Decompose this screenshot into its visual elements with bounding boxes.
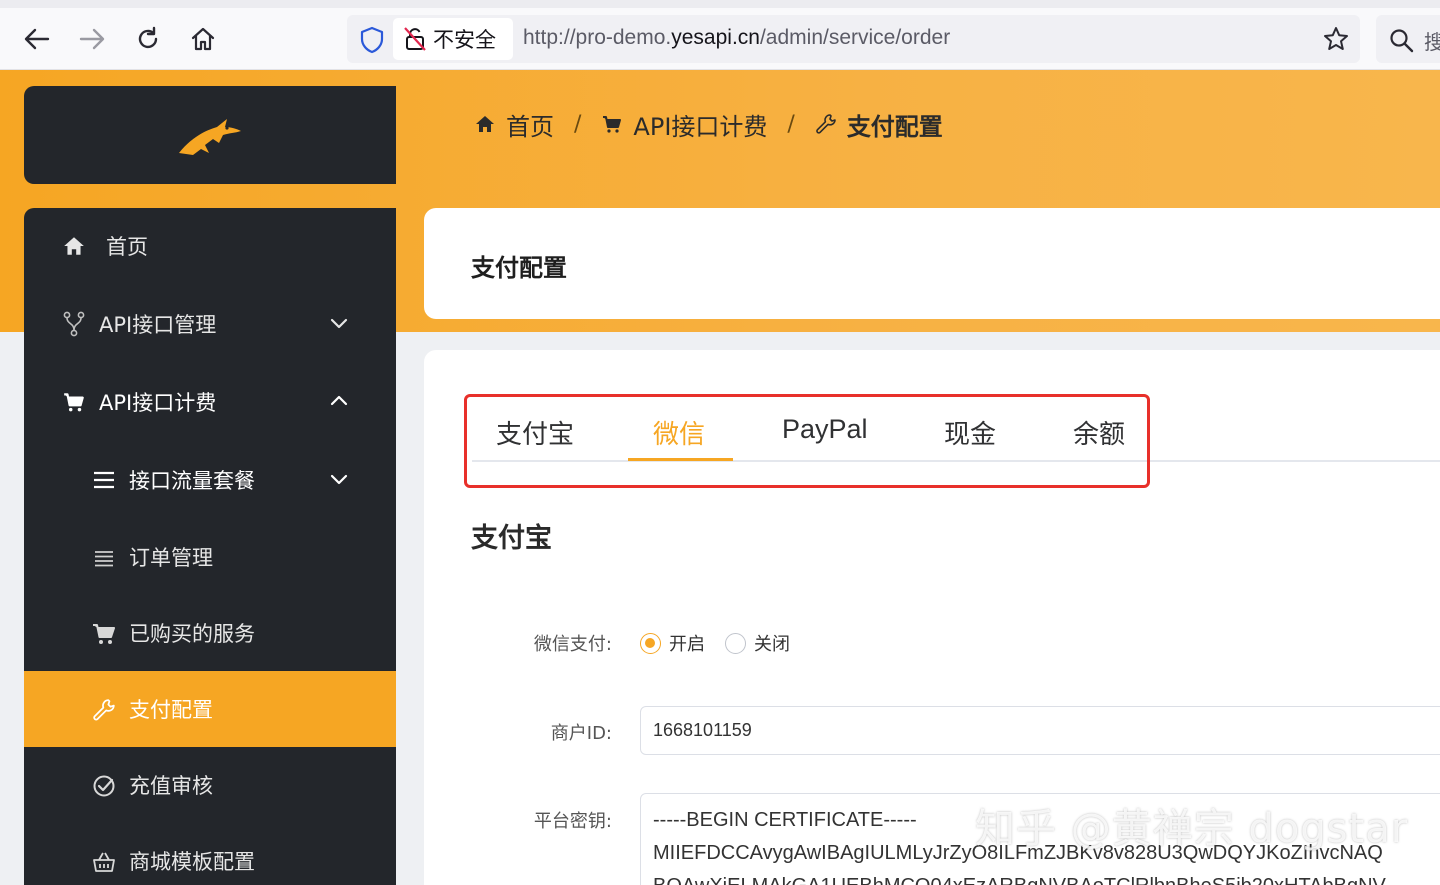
sidebar: 首页 API接口管理 API接口计费 接口流量套餐 订单管理 已购买的服务 支付… [24,208,396,885]
chevron-down-icon [330,318,348,329]
breadcrumb-item-payment-config: 支付配置 [815,107,943,142]
breadcrumb-label: 首页 [506,112,554,141]
watermark: 知乎 @黄禅宗 dogstar [975,806,1409,852]
home-outline-icon [191,27,215,51]
sidebar-item-api-billing[interactable]: API接口计费 [24,364,396,440]
home-button[interactable] [187,22,219,56]
url-bar[interactable]: 不安全 http://pro-demo.yesapi.cn/admin/serv… [347,15,1360,63]
sidebar-item-label: API接口管理 [99,313,217,337]
menu-icon [90,466,118,494]
url-prefix: http://pro-demo. [523,26,672,49]
arrow-right-icon [79,28,105,50]
radio-enable-label[interactable]: 开启 [669,630,705,656]
sidebar-item-orders[interactable]: 订单管理 [24,519,396,595]
sidebar-item-mall-template[interactable]: 商城模板配置 [24,823,396,885]
sidebar-item-purchased-services[interactable]: 已购买的服务 [24,595,396,671]
search-placeholder: 搜 [1424,30,1440,54]
sidebar-item-label: 订单管理 [129,546,213,570]
breadcrumb-item-billing[interactable]: API接口计费 [601,107,767,142]
sidebar-item-label: 商城模板配置 [129,850,255,874]
list-icon [90,544,118,572]
wrench-icon [90,696,118,724]
radio-disable-label[interactable]: 关闭 [754,630,790,656]
reload-icon [138,26,158,49]
breadcrumb: 首页 / API接口计费 / 支付配置 [474,106,943,142]
sidebar-item-label: 支付配置 [129,698,213,722]
wechat-pay-radio-group: 开启 关闭 [640,630,802,656]
breadcrumb-separator: / [574,111,582,137]
cart-icon [603,116,622,133]
breadcrumb-item-home[interactable]: 首页 [474,107,554,142]
radio-disable[interactable] [725,632,746,654]
tabs-highlight-box [464,394,1150,488]
chevron-down-icon [330,474,348,485]
radio-enable[interactable] [640,632,661,654]
shopping-cart-icon [90,620,118,648]
bookmark-star-icon[interactable] [1322,25,1350,57]
check-circle-icon [90,772,118,800]
cart-icon [60,388,88,416]
arrow-left-icon [24,28,50,50]
sidebar-item-recharge-review[interactable]: 充值审核 [24,747,396,823]
basket-icon [90,848,118,876]
sidebar-item-label: API接口计费 [99,391,217,415]
merchant-id-label: 商户ID: [550,723,612,744]
wrench-icon [816,114,836,134]
section-title: 支付宝 [471,523,552,554]
platform-key-line: BQAwXjELMAkGA1UEBhMCQ04xEzARBgNVBAoTClRl… [653,870,1440,885]
tracking-shield-icon[interactable] [359,26,385,58]
fork-icon [60,310,88,338]
browser-toolbar: 不安全 http://pro-demo.yesapi.cn/admin/serv… [0,0,1440,70]
forward-button[interactable] [76,22,108,56]
sidebar-item-label: 首页 [106,235,148,259]
home-icon [60,232,88,260]
app-logo[interactable] [24,86,396,184]
breadcrumb-label: 支付配置 [846,112,943,141]
tab-strip [0,0,1440,8]
breadcrumb-separator: / [787,111,795,137]
home-icon [476,116,494,132]
breadcrumb-label: API接口计费 [633,112,768,141]
insecure-label: 不安全 [433,28,496,52]
insecure-lock-icon [404,27,426,51]
platform-key-label: 平台密钥: [533,811,612,832]
fox-logo-icon [179,119,241,155]
url-text[interactable]: http://pro-demo.yesapi.cn/admin/service/… [523,26,950,50]
insecure-badge[interactable]: 不安全 [393,18,513,60]
page-title: 支付配置 [471,254,567,282]
page-title-card: 支付配置 [424,208,1440,319]
sidebar-item-home[interactable]: 首页 [24,208,396,284]
url-domain: yesapi.cn [671,26,760,49]
sidebar-item-label: 已购买的服务 [129,622,255,646]
merchant-id-input[interactable]: 1668101159 [640,706,1440,755]
browser-search-box[interactable]: 搜 [1376,15,1440,63]
reload-button[interactable] [132,22,164,56]
sidebar-item-label: 接口流量套餐 [129,469,255,493]
back-button[interactable] [21,22,53,56]
url-path: /admin/service/order [759,26,951,49]
sidebar-item-label: 充值审核 [129,774,213,798]
sidebar-item-traffic-packages[interactable]: 接口流量套餐 [24,442,396,518]
wechat-pay-label: 微信支付: [533,634,612,655]
sidebar-item-api-management[interactable]: API接口管理 [24,286,396,362]
chevron-up-icon [330,395,348,406]
sidebar-item-payment-config[interactable]: 支付配置 [24,671,396,747]
search-icon [1388,27,1414,57]
